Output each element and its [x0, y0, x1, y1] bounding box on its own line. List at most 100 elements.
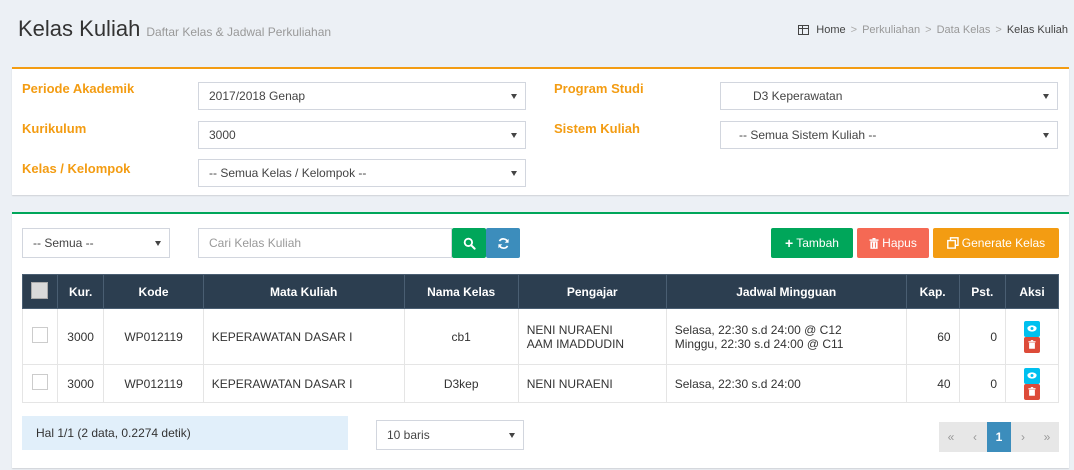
chevron-down-icon [155, 241, 161, 246]
sistem-kuliah-select[interactable]: -- Semua Sistem Kuliah -- [720, 121, 1058, 149]
periode-select-value: 2017/2018 Genap [209, 89, 306, 103]
col-mata-kuliah[interactable]: Mata Kuliah [202, 274, 405, 309]
pengajar-name: AAM IMADDUDIN [526, 336, 625, 351]
periode-select[interactable]: 2017/2018 Genap [198, 82, 526, 110]
periode-label: Periode Akademik [22, 81, 135, 96]
row-select-cell [22, 308, 58, 365]
col-kapasitas[interactable]: Kap. [905, 274, 960, 309]
breadcrumb: Home > Perkuliahan > Data Kelas > Kelas … [798, 24, 1068, 36]
pengajar-name: NENI NURAENI [526, 376, 613, 391]
cell-nama-kelas: D3kep [403, 364, 519, 403]
pengajar-name: NENI NURAENI [526, 322, 613, 337]
cell-peserta: 0 [958, 364, 1007, 403]
breadcrumb-data-kelas[interactable]: Data Kelas [937, 24, 991, 36]
chevron-down-icon [1043, 133, 1049, 138]
table-row: 3000 WP012119 KEPERAWATAN DASAR I cb1 NE… [22, 308, 1059, 365]
pagination: « ‹ 1 › » [939, 422, 1059, 452]
row-checkbox[interactable] [31, 327, 48, 343]
prodi-label: Program Studi [554, 81, 644, 96]
plus-icon: + [785, 235, 794, 251]
search-icon [463, 237, 476, 250]
eye-icon [1027, 372, 1037, 379]
add-button[interactable]: + Tambah [771, 228, 853, 258]
cell-peserta: 0 [958, 308, 1007, 365]
refresh-icon [497, 237, 509, 249]
row-checkbox[interactable] [31, 374, 48, 390]
cell-kurikulum: 3000 [56, 308, 105, 365]
col-aksi: Aksi [1005, 274, 1059, 309]
eye-icon [1027, 325, 1037, 332]
first-page-button[interactable]: « [939, 422, 963, 452]
jadwal-entry: Selasa, 22:30 s.d 24:00 [674, 376, 801, 391]
jadwal-entry: Selasa, 22:30 s.d 24:00 @ C12 [674, 322, 842, 337]
kelas-kelompok-select-value: -- Semua Kelas / Kelompok -- [209, 166, 367, 180]
cell-kode: WP012119 [103, 308, 204, 365]
cell-kurikulum: 3000 [56, 364, 105, 403]
prev-page-button[interactable]: ‹ [963, 422, 987, 452]
prodi-select[interactable]: D3 Keperawatan [720, 82, 1058, 110]
jadwal-entry: Minggu, 22:30 s.d 24:00 @ C11 [674, 336, 844, 351]
search-input[interactable]: Cari Kelas Kuliah [198, 228, 452, 258]
copy-icon [946, 237, 959, 249]
trash-icon [1028, 340, 1036, 349]
generate-class-button-label: Generate Kelas [961, 236, 1046, 250]
breadcrumb-separator: > [925, 24, 932, 36]
cell-kode: WP012119 [103, 364, 204, 403]
breadcrumb-separator: > [850, 24, 858, 36]
generate-class-button[interactable]: Generate Kelas [933, 228, 1059, 258]
kurikulum-select-value: 3000 [209, 128, 236, 142]
cell-kapasitas: 60 [905, 308, 960, 365]
chevron-down-icon [509, 433, 515, 438]
add-button-label: Tambah [796, 236, 839, 250]
filter-panel: Periode Akademik 2017/2018 Genap Kurikul… [12, 67, 1069, 195]
kurikulum-label: Kurikulum [22, 121, 87, 136]
chevron-down-icon [511, 133, 517, 138]
kelas-kelompok-select[interactable]: -- Semua Kelas / Kelompok -- [198, 159, 526, 187]
col-nama-kelas[interactable]: Nama Kelas [403, 274, 519, 309]
semua-select-value: -- Semua -- [33, 236, 94, 250]
col-kurikulum[interactable]: Kur. [56, 274, 105, 309]
cell-pengajar: NENI NURAENI AAM IMADDUDIN [517, 308, 667, 365]
chevron-down-icon [1043, 94, 1049, 99]
cell-jadwal: Selasa, 22:30 s.d 24:00 [665, 364, 907, 403]
col-peserta[interactable]: Pst. [958, 274, 1007, 309]
chevron-down-icon [511, 94, 517, 99]
breadcrumb-home[interactable]: Home [816, 24, 845, 36]
search-placeholder: Cari Kelas Kuliah [209, 236, 302, 250]
table-row: 3000 WP012119 KEPERAWATAN DASAR I D3kep … [22, 364, 1059, 403]
delete-button-label: Hapus [882, 236, 917, 250]
page-size-value: 10 baris [387, 428, 430, 442]
class-table: Kur. Kode Mata Kuliah Nama Kelas Pengaja… [22, 274, 1059, 403]
delete-row-button[interactable] [1024, 336, 1041, 353]
cell-aksi [1005, 308, 1059, 365]
refresh-button[interactable] [486, 228, 520, 258]
col-pengajar[interactable]: Pengajar [517, 274, 667, 309]
breadcrumb-perkuliahan[interactable]: Perkuliahan [862, 24, 920, 36]
search-button[interactable] [452, 228, 486, 258]
kelas-kelompok-label: Kelas / Kelompok [22, 161, 131, 176]
sistem-kuliah-select-value: -- Semua Sistem Kuliah -- [739, 128, 877, 142]
col-jadwal[interactable]: Jadwal Mingguan [665, 274, 907, 309]
table-grid-icon [798, 25, 810, 35]
semua-select[interactable]: -- Semua -- [22, 228, 170, 258]
delete-row-button[interactable] [1024, 383, 1041, 400]
breadcrumb-separator: > [995, 24, 1002, 36]
cell-kapasitas: 40 [905, 364, 960, 403]
select-all-checkbox[interactable] [31, 281, 49, 299]
view-button[interactable] [1024, 367, 1041, 384]
cell-pengajar: NENI NURAENI [517, 364, 667, 403]
cell-mata-kuliah: KEPERAWATAN DASAR I [202, 364, 405, 403]
last-page-button[interactable]: » [1035, 422, 1059, 452]
next-page-button[interactable]: › [1011, 422, 1035, 452]
delete-button[interactable]: Hapus [857, 228, 929, 258]
breadcrumb-current: Kelas Kuliah [1006, 24, 1068, 36]
page-1-button[interactable]: 1 [987, 422, 1011, 452]
table-header-row: Kur. Kode Mata Kuliah Nama Kelas Pengaja… [22, 274, 1059, 309]
trash-icon [1028, 387, 1036, 396]
kurikulum-select[interactable]: 3000 [198, 121, 526, 149]
page-title-text: Kelas Kuliah [18, 16, 141, 41]
view-button[interactable] [1024, 320, 1041, 337]
page-size-select[interactable]: 10 baris [376, 420, 524, 450]
col-kode[interactable]: Kode [103, 274, 204, 309]
trash-icon [869, 237, 879, 249]
